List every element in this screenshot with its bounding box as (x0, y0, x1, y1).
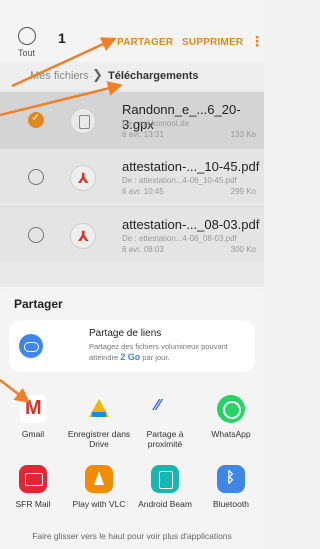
share-app-label: Android Beam (138, 499, 192, 509)
vlc-icon (85, 465, 113, 493)
share-app-label: Play with VLC (72, 499, 126, 509)
file-list-area: Tout 1 PARTAGER SUPPRIMER ⋮ Mes fichiers… (0, 0, 264, 287)
file-size: 133 Ko (230, 130, 256, 139)
share-app-label: SFR Mail (15, 499, 51, 509)
share-app-sfr-mail[interactable]: SFR Mail (0, 465, 66, 509)
file-size: 299 Ko (230, 187, 256, 196)
share-sheet-title: Partager (14, 297, 63, 311)
share-app-whatsapp[interactable]: WhatsApp (198, 395, 264, 439)
file-name: attestation-..._08-03.pdf (122, 217, 260, 232)
selection-toolbar: Tout 1 PARTAGER SUPPRIMER ⋮ (0, 0, 264, 62)
bluetooth-icon: ᛒ (217, 465, 245, 493)
whatsapp-icon (217, 395, 245, 423)
file-row[interactable]: Randonn_e_...6_20-3.gpx De : api.komoot.… (0, 92, 264, 148)
file-name: attestation-..._10-45.pdf (122, 159, 260, 174)
share-button[interactable]: PARTAGER (117, 37, 173, 48)
share-app-label: Partage à proximité (146, 429, 184, 449)
selected-count: 1 (58, 30, 66, 46)
file-source: De : attestation...4-06_10-45.pdf (122, 176, 237, 185)
sfr-mail-icon (19, 465, 47, 493)
drive-icon (85, 395, 113, 423)
file-source: De : attestation...4-06_08-03.pdf (122, 234, 237, 243)
breadcrumb: Mes fichiers ❯ Téléchargements (0, 62, 264, 90)
file-source: De : api.komoot.de (122, 119, 190, 128)
file-checkbox[interactable] (28, 169, 44, 185)
select-all-label: Tout (18, 48, 36, 58)
file-size: 300 Ko (230, 245, 256, 254)
chevron-right-icon: ❯ (92, 67, 103, 82)
nearby-share-icon: ⁄⁄ (155, 397, 161, 414)
file-checkbox[interactable] (28, 227, 44, 243)
share-app-label: Bluetooth (213, 499, 249, 509)
link-share-desc-end: par jour. (140, 353, 170, 362)
select-all-checkbox[interactable] (18, 27, 36, 45)
share-app-label: Enregistrer dans Drive (67, 429, 131, 449)
link-share-title: Partage de liens (89, 328, 162, 339)
file-row[interactable]: ⅄ attestation-..._10-45.pdf De : attesta… (0, 148, 264, 204)
share-app-gmail[interactable]: M Gmail (0, 395, 66, 439)
gmail-icon: M (19, 395, 47, 423)
breadcrumb-current: Téléchargements (108, 70, 199, 82)
delete-button[interactable]: SUPPRIMER (182, 37, 243, 48)
share-app-vlc[interactable]: Play with VLC (66, 465, 132, 509)
breadcrumb-root[interactable]: Mes fichiers (30, 70, 89, 82)
file-checkbox[interactable] (28, 111, 44, 128)
pdf-icon: ⅄ (70, 165, 96, 191)
swipe-hint: Faire glisser vers le haut pour voir plu… (32, 531, 232, 541)
link-share-card[interactable]: Partage de liens Partagez des fichiers v… (9, 320, 255, 372)
link-share-limit: 2 Go (120, 352, 141, 362)
share-app-bluetooth[interactable]: ᛒ Bluetooth (198, 465, 264, 509)
share-sheet: Partager Partage de liens Partagez des f… (0, 287, 264, 549)
file-row[interactable]: ⅄ attestation-..._08-03.pdf De : attesta… (0, 206, 264, 262)
file-date: 6 avr. 08:03 (122, 245, 164, 254)
pdf-icon: ⅄ (70, 223, 96, 249)
share-app-drive[interactable]: Enregistrer dans Drive (66, 395, 132, 449)
document-icon (70, 108, 96, 134)
share-app-nearby[interactable]: ⁄⁄ Partage à proximité (132, 395, 198, 449)
share-app-label: WhatsApp (211, 429, 251, 439)
share-app-label: Gmail (21, 429, 45, 439)
share-app-android-beam[interactable]: Android Beam (132, 465, 198, 509)
cloud-link-icon (19, 334, 43, 358)
more-options-icon[interactable]: ⋮ (250, 33, 264, 50)
file-date: 6 avr. 10:45 (122, 187, 164, 196)
android-beam-icon (151, 465, 179, 493)
file-date: 6 avr. 13:31 (122, 130, 164, 139)
link-share-description: Partagez des fichiers volumineux pouvant… (89, 342, 251, 363)
